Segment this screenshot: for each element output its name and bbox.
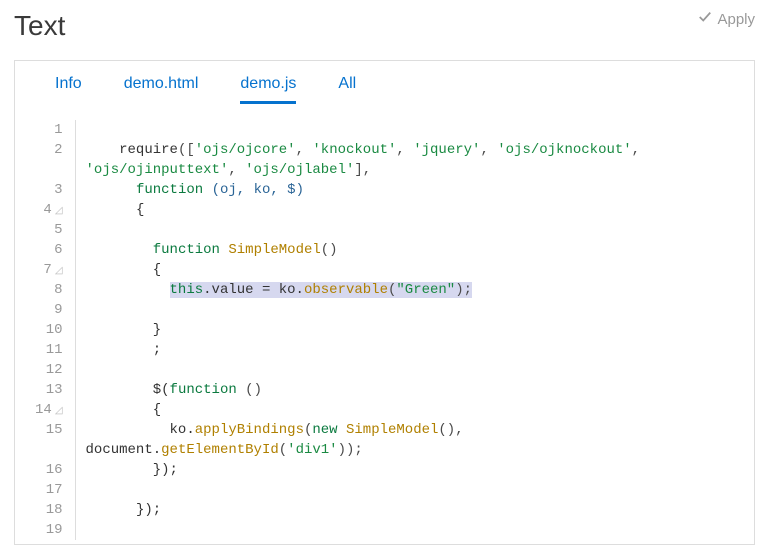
code-line: this.value = ko.observable("Green"); bbox=[86, 280, 734, 300]
tab-demohtml[interactable]: demo.html bbox=[124, 75, 199, 104]
fold-icon[interactable]: ◿ bbox=[55, 406, 63, 417]
code-line bbox=[86, 480, 734, 500]
code-line: { bbox=[86, 400, 734, 420]
check-icon bbox=[698, 10, 712, 28]
code-line: { bbox=[86, 260, 734, 280]
code-line bbox=[86, 520, 734, 540]
code-line bbox=[86, 300, 734, 320]
fold-icon[interactable]: ◿ bbox=[55, 206, 63, 217]
code-body: require(['ojs/ojcore', 'knockout', 'jque… bbox=[75, 120, 734, 540]
apply-label: Apply bbox=[717, 11, 755, 28]
apply-button[interactable]: Apply bbox=[698, 10, 755, 28]
code-line bbox=[86, 360, 734, 380]
code-line: require(['ojs/ojcore', 'knockout', 'jque… bbox=[86, 140, 734, 180]
page-title: Text bbox=[14, 10, 65, 42]
fold-icon[interactable]: ◿ bbox=[55, 266, 63, 277]
code-line: function (oj, ko, $) bbox=[86, 180, 734, 200]
tab-all[interactable]: All bbox=[338, 75, 356, 104]
tab-bar: Info demo.html demo.js All bbox=[35, 75, 734, 104]
code-panel: Info demo.html demo.js All 1 2 3 4◿ 5 6 … bbox=[14, 60, 755, 545]
code-line: }); bbox=[86, 500, 734, 520]
code-line: function SimpleModel() bbox=[86, 240, 734, 260]
code-line: }); bbox=[86, 460, 734, 480]
code-line bbox=[86, 220, 734, 240]
code-line: $(function () bbox=[86, 380, 734, 400]
code-line: ; bbox=[86, 340, 734, 360]
code-line: } bbox=[86, 320, 734, 340]
tab-demojs[interactable]: demo.js bbox=[240, 75, 296, 104]
tab-info[interactable]: Info bbox=[55, 75, 82, 104]
code-line: { bbox=[86, 200, 734, 220]
line-number-gutter: 1 2 3 4◿ 5 6 7◿ 8 9 10 11 12 13 14◿ 15 1… bbox=[35, 120, 75, 540]
code-editor[interactable]: 1 2 3 4◿ 5 6 7◿ 8 9 10 11 12 13 14◿ 15 1… bbox=[35, 120, 734, 540]
code-line bbox=[86, 120, 734, 140]
code-line: ko.applyBindings(new SimpleModel(), docu… bbox=[86, 420, 734, 460]
